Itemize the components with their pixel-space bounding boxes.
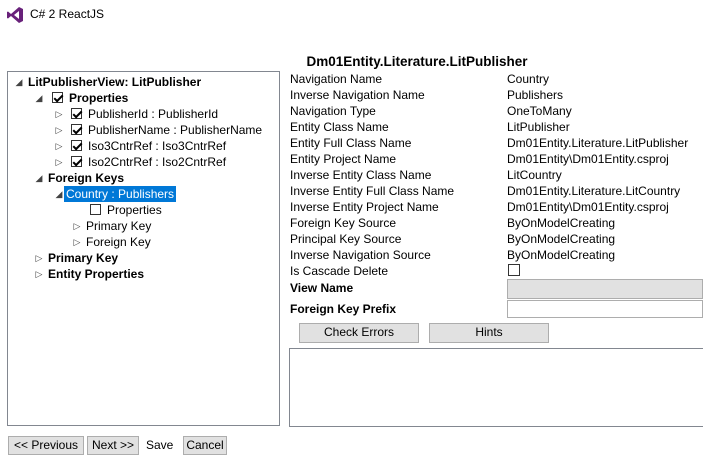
expand-arrow-icon[interactable]: ▷	[72, 218, 82, 234]
prop-value-navigation-name: Country	[507, 72, 550, 86]
prop-label-navigation-type: Navigation Type	[290, 104, 376, 118]
prop-value-entity-full-class-name: Dm01Entity.Literature.LitPublisher	[507, 136, 689, 150]
prop-label-entity-project-name: Entity Project Name	[290, 152, 397, 166]
expand-arrow-icon[interactable]: ▷	[34, 266, 44, 282]
tree-node-label: Iso2CntrRef : Iso2CntrRef	[88, 155, 227, 169]
fk-prefix-label: Foreign Key Prefix	[290, 302, 397, 316]
tree-node-properties[interactable]: ◢ Properties	[34, 90, 274, 106]
prop-label-principal-key-source: Principal Key Source	[290, 232, 402, 246]
view-name-label: View Name	[290, 281, 354, 295]
collapse-arrow-icon[interactable]: ◢	[54, 186, 64, 202]
cascade-delete-checkbox[interactable]	[508, 264, 520, 276]
tree-node-label: Foreign Key	[86, 235, 151, 249]
prop-value-inverse-navigation-name: Publishers	[507, 88, 564, 102]
prop-label-inverse-entity-class-name: Inverse Entity Class Name	[290, 168, 432, 182]
properties-checkbox[interactable]	[52, 92, 63, 103]
collapse-arrow-icon[interactable]: ◢	[34, 170, 44, 186]
tree-node-label: Iso3CntrRef : Iso3CntrRef	[88, 139, 227, 153]
tree-node-label: Properties	[107, 203, 162, 217]
expand-arrow-icon[interactable]: ▷	[54, 122, 64, 138]
expand-arrow-icon[interactable]: ▷	[54, 106, 64, 122]
tree-node-label: PublisherName : PublisherName	[88, 123, 263, 137]
prop-label-inverse-entity-full-class-name: Inverse Entity Full Class Name	[290, 184, 455, 198]
tree-root-node[interactable]: ◢ LitPublisherView: LitPublisher	[14, 74, 274, 90]
tree-node-property[interactable]: ▷ PublisherId : PublisherId	[54, 106, 274, 122]
tree-node-entity-properties[interactable]: ▷ Entity Properties	[34, 266, 274, 282]
tree-node-primary-key[interactable]: ▷ Primary Key	[34, 250, 274, 266]
prop-label-inverse-navigation-source: Inverse Navigation Source	[290, 248, 431, 262]
prop-label-foreign-key-source: Foreign Key Source	[290, 216, 397, 230]
tree-node-fk-properties[interactable]: Properties	[74, 202, 274, 218]
prop-value-entity-class-name: LitPublisher	[507, 120, 570, 134]
window-title: C# 2 ReactJS	[30, 7, 105, 21]
tree-node-label: Entity Properties	[48, 267, 145, 281]
title-bar: C# 2 ReactJS	[0, 0, 703, 30]
prop-value-entity-project-name: Dm01Entity\Dm01Entity.csproj	[507, 152, 669, 166]
property-checkbox[interactable]	[71, 156, 82, 167]
tree-node-property[interactable]: ▷ Iso2CntrRef : Iso2CntrRef	[54, 154, 274, 170]
collapse-arrow-icon[interactable]: ◢	[34, 90, 44, 106]
prop-value-foreign-key-source: ByOnModelCreating	[507, 216, 616, 230]
collapse-arrow-icon[interactable]: ◢	[14, 74, 24, 90]
prop-label-inverse-navigation-name: Inverse Navigation Name	[290, 88, 425, 102]
view-name-dropdown[interactable]	[507, 279, 703, 299]
cascade-delete-label: Is Cascade Delete	[290, 264, 389, 278]
expand-arrow-icon[interactable]: ▷	[54, 138, 64, 154]
prop-label-inverse-entity-project-name: Inverse Entity Project Name	[290, 200, 439, 214]
expand-arrow-icon[interactable]: ▷	[72, 234, 82, 250]
tree-node-label: Primary Key	[86, 219, 152, 233]
tree-node-label: Properties	[69, 91, 129, 105]
next-button[interactable]: Next >>	[87, 436, 139, 455]
expand-arrow-icon[interactable]: ▷	[34, 250, 44, 266]
cancel-button[interactable]: Cancel	[183, 436, 227, 455]
tree-node-country-publishers[interactable]: ◢ Country : Publishers	[54, 186, 274, 202]
hints-button[interactable]: Hints	[429, 323, 549, 343]
prop-value-navigation-type: OneToMany	[507, 104, 572, 118]
check-errors-button[interactable]: Check Errors	[299, 323, 419, 343]
tree-node-fk-foreign-key[interactable]: ▷ Foreign Key	[72, 234, 272, 250]
prop-value-inverse-navigation-source: ByOnModelCreating	[507, 248, 616, 262]
visual-studio-icon	[7, 7, 23, 23]
output-textarea[interactable]	[289, 348, 703, 427]
prop-label-entity-class-name: Entity Class Name	[290, 120, 389, 134]
prop-value-inverse-entity-full-class-name: Dm01Entity.Literature.LitCountry	[507, 184, 681, 198]
tree-node-label: Foreign Keys	[48, 171, 125, 185]
tree-node-foreign-keys[interactable]: ◢ Foreign Keys	[34, 170, 274, 186]
property-checkbox[interactable]	[71, 140, 82, 151]
prop-label-navigation-name: Navigation Name	[290, 72, 383, 86]
fk-properties-checkbox[interactable]	[90, 204, 101, 215]
tree-node-label: PublisherId : PublisherId	[88, 107, 219, 121]
prop-value-inverse-entity-class-name: LitCountry	[507, 168, 562, 182]
tree-node-property[interactable]: ▷ Iso3CntrRef : Iso3CntrRef	[54, 138, 274, 154]
fk-prefix-input[interactable]	[507, 300, 703, 318]
property-checkbox[interactable]	[71, 108, 82, 119]
tree-node-fk-primary-key[interactable]: ▷ Primary Key	[72, 218, 272, 234]
save-button[interactable]: Save	[146, 438, 173, 452]
expand-arrow-icon[interactable]: ▷	[54, 154, 64, 170]
entity-tree[interactable]: ◢ LitPublisherView: LitPublisher ◢ Prope…	[7, 71, 280, 426]
page-title: Dm01Entity.Literature.LitPublisher	[306, 54, 528, 69]
tree-node-label: Primary Key	[48, 251, 119, 265]
prop-value-principal-key-source: ByOnModelCreating	[507, 232, 616, 246]
prop-value-inverse-entity-project-name: Dm01Entity\Dm01Entity.csproj	[507, 200, 669, 214]
tree-node-label: Country : Publishers	[64, 186, 177, 202]
prop-label-entity-full-class-name: Entity Full Class Name	[290, 136, 412, 150]
property-checkbox[interactable]	[71, 124, 82, 135]
previous-button[interactable]: << Previous	[8, 436, 84, 455]
tree-root-label: LitPublisherView: LitPublisher	[28, 75, 202, 89]
tree-node-property[interactable]: ▷ PublisherName : PublisherName	[54, 122, 274, 138]
